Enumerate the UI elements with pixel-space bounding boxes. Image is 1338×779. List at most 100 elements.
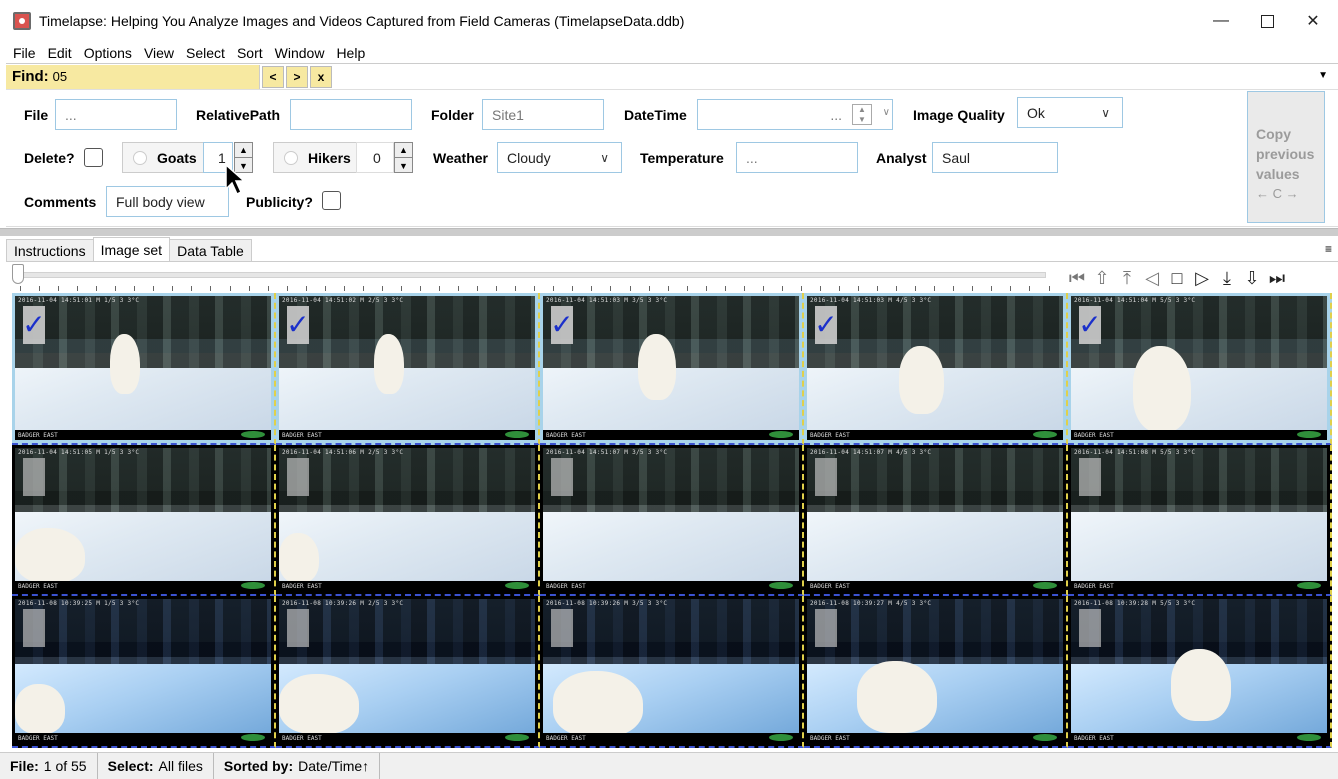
copy-previous-values-button[interactable]: Copy previous values ← C → (1247, 91, 1325, 223)
thumbnail-cell[interactable]: 2016-11-04 14:51:02 M 2/5 3 3°C BADGER EA… (276, 293, 540, 445)
goat-figure (110, 334, 140, 394)
find-input[interactable]: 05 (53, 69, 67, 84)
next-page-icon[interactable]: ⇩ (1241, 266, 1263, 290)
find-next-button[interactable]: > (286, 65, 308, 88)
prev-icon[interactable]: ◁ (1141, 266, 1163, 290)
selection-box[interactable]: ✓ (287, 457, 309, 496)
tab-instructions[interactable]: Instructions (6, 239, 94, 261)
goats-radio[interactable] (133, 150, 147, 165)
thumbnail-cell[interactable]: 2016-11-04 14:51:07 M 4/5 3 3°C BADGER EA… (804, 444, 1068, 597)
hikers-spinner[interactable]: ▲ ▼ (394, 142, 413, 173)
thumbnail-cell[interactable]: 2016-11-04 14:51:04 M 5/5 3 3°C BADGER EA… (1068, 293, 1332, 445)
prev-row-icon[interactable]: ⤒ (1116, 266, 1138, 290)
goats-counter-button[interactable]: Goats (122, 142, 204, 173)
menu-window[interactable]: Window (269, 45, 331, 61)
thumbnail-grid: 2016-11-04 14:51:01 M 1/5 3 3°C BADGER EA… (12, 293, 1332, 748)
hikers-radio[interactable] (284, 150, 298, 165)
goat-figure (15, 684, 65, 735)
image-location: BADGER EAST (546, 735, 586, 742)
panel-collapse-icon[interactable]: ▼ (1318, 70, 1328, 81)
thumbnail-cell[interactable]: 2016-11-04 14:51:06 M 2/5 3 3°C BADGER EA… (276, 444, 540, 597)
copy-label-3: values (1256, 166, 1300, 182)
slider-thumb[interactable] (12, 264, 24, 284)
play-icon[interactable]: ▷ (1191, 266, 1213, 290)
menu-help[interactable]: Help (330, 45, 371, 61)
stop-icon[interactable]: □ (1166, 266, 1188, 290)
thumbnail-cell[interactable]: 2016-11-04 14:51:07 M 3/5 3 3°C BADGER EA… (540, 444, 804, 597)
hikers-down-icon[interactable]: ▼ (395, 158, 412, 173)
thumbnail-cell[interactable]: 2016-11-08 10:39:28 M 5/5 3 3°C BADGER EA… (1068, 596, 1332, 748)
menu-select[interactable]: Select (180, 45, 231, 61)
slider-track[interactable] (16, 272, 1046, 278)
menu-file[interactable]: File (0, 45, 42, 61)
analyst-field[interactable]: Saul (932, 142, 1058, 173)
image-slider[interactable] (6, 262, 1056, 294)
status-file-value: 1 of 55 (43, 758, 87, 774)
find-clear-button[interactable]: x (310, 65, 332, 88)
selection-box[interactable]: ✓ (1079, 609, 1101, 648)
weather-value: Cloudy (507, 149, 551, 166)
hikers-counter-button[interactable]: Hikers (273, 142, 357, 173)
hikers-label: Hikers (308, 149, 351, 166)
relpath-field[interactable] (290, 99, 412, 130)
selection-box[interactable]: ✓ (551, 457, 573, 496)
thumbnail-cell[interactable]: 2016-11-04 14:51:03 M 3/5 3 3°C BADGER EA… (540, 293, 804, 445)
selection-box[interactable]: ✓ (23, 609, 45, 648)
selection-box[interactable]: ✓ (815, 457, 837, 496)
checkmark-icon[interactable]: ✓ (286, 306, 310, 344)
panel-splitter[interactable] (0, 228, 1338, 236)
maximize-button[interactable] (1244, 0, 1290, 42)
next-row-icon[interactable]: ⤓ (1216, 266, 1238, 290)
thumbnail-cell[interactable]: 2016-11-04 14:51:03 M 4/5 3 3°C BADGER EA… (804, 293, 1068, 445)
checkmark-icon[interactable]: ✓ (22, 306, 46, 344)
thumbnail-cell[interactable]: 2016-11-04 14:51:05 M 1/5 3 3°C BADGER EA… (12, 444, 276, 597)
selection-box[interactable]: ✓ (815, 609, 837, 648)
thumbnail-cell[interactable]: 2016-11-04 14:51:01 M 1/5 3 3°C BADGER EA… (12, 293, 276, 445)
selection-box[interactable]: ✓ (23, 457, 45, 496)
delete-checkbox[interactable] (84, 148, 103, 167)
goats-up-icon[interactable]: ▲ (235, 143, 252, 158)
menu-edit[interactable]: Edit (42, 45, 78, 61)
thumbnail-cell[interactable]: 2016-11-08 10:39:26 M 2/5 3 3°C BADGER EA… (276, 596, 540, 748)
datetime-field[interactable]: ... ▲ ▼ ∨ (697, 99, 893, 130)
publicity-checkbox[interactable] (322, 191, 341, 210)
status-select-value: All files (158, 758, 203, 774)
thumbnail-cell[interactable]: 2016-11-08 10:39:27 M 4/5 3 3°C BADGER EA… (804, 596, 1068, 748)
close-button[interactable]: ✕ (1290, 0, 1336, 42)
hikers-up-icon[interactable]: ▲ (395, 143, 412, 158)
comments-field[interactable]: Full body view (106, 186, 229, 217)
last-icon[interactable]: ⏭ (1266, 266, 1288, 290)
selection-box[interactable]: ✓ (551, 609, 573, 648)
folder-field[interactable]: Site1 (482, 99, 604, 130)
file-field[interactable]: ... (55, 99, 177, 130)
prev-page-icon[interactable]: ⇧ (1091, 266, 1113, 290)
thumbnail-cell[interactable]: 2016-11-04 14:51:08 M 5/5 3 3°C BADGER EA… (1068, 444, 1332, 597)
checkmark-icon[interactable]: ✓ (814, 306, 838, 344)
hikers-field[interactable]: 0 (356, 142, 394, 173)
tab-data-table[interactable]: Data Table (169, 239, 252, 261)
selection-box[interactable]: ✓ (287, 609, 309, 648)
image-timestamp: 2016-11-04 14:51:08 M 5/5 3 3°C (1074, 448, 1196, 456)
datetime-dropdown-icon[interactable]: ∨ (883, 107, 890, 118)
image-timestamp: 2016-11-08 10:39:25 M 1/5 3 3°C (18, 600, 140, 608)
find-prev-button[interactable]: < (262, 65, 284, 88)
menu-sort[interactable]: Sort (231, 45, 269, 61)
image-quality-select[interactable]: Ok ∨ (1017, 97, 1123, 128)
thumbnail-cell[interactable]: 2016-11-08 10:39:25 M 1/5 3 3°C BADGER EA… (12, 596, 276, 748)
camera-image: 2016-11-04 14:51:06 M 2/5 3 3°C BADGER EA… (279, 447, 535, 592)
checkmark-icon[interactable]: ✓ (550, 306, 574, 344)
first-icon[interactable]: ⏮ (1066, 266, 1088, 290)
thumbnail-cell[interactable]: 2016-11-08 10:39:26 M 3/5 3 3°C BADGER EA… (540, 596, 804, 748)
tab-image-set[interactable]: Image set (92, 237, 171, 261)
menu-view[interactable]: View (138, 45, 180, 61)
checkmark-icon[interactable]: ✓ (1078, 306, 1102, 344)
temperature-field[interactable]: ... (736, 142, 858, 173)
datetime-spinner[interactable]: ▲ ▼ (852, 104, 872, 125)
tabs-menu-icon[interactable]: ≡ (1325, 242, 1332, 256)
minimize-button[interactable]: — (1198, 0, 1244, 42)
menu-options[interactable]: Options (78, 45, 138, 61)
selection-box[interactable]: ✓ (1079, 457, 1101, 496)
status-sorted-value: Date/Time↑ (298, 758, 370, 774)
image-location: BADGER EAST (1074, 583, 1114, 591)
weather-select[interactable]: Cloudy ∨ (497, 142, 622, 173)
